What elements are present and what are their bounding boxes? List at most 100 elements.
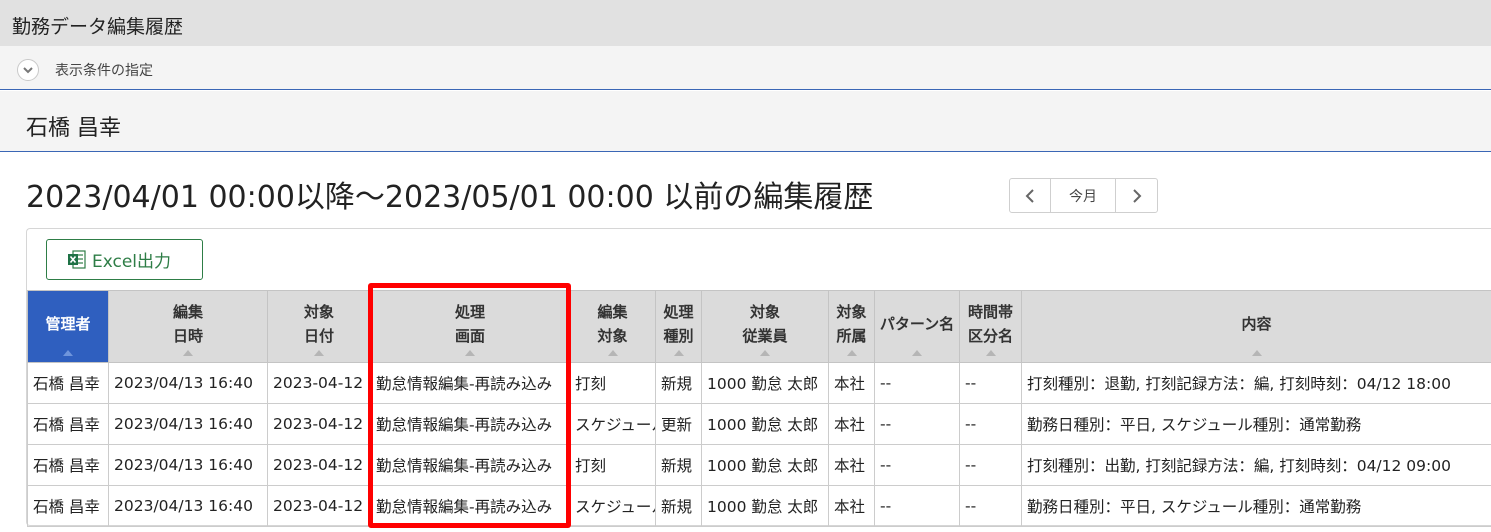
header-label: 管理者 (45, 314, 91, 333)
employee-bar: 石橋 昌幸 (0, 91, 1491, 152)
header-label-2: 種別 (663, 326, 694, 345)
cell-time-zone: -- (959, 485, 1022, 527)
sort-asc-icon (183, 350, 193, 356)
cell-pattern-name: -- (874, 444, 960, 486)
cell-target-dept: 本社 (828, 403, 875, 445)
cell-time-zone: -- (959, 362, 1022, 404)
column-header-admin[interactable]: 管理者 (27, 290, 109, 363)
history-range-heading: 2023/04/01 00:00以降～2023/05/01 00:00 以前の編… (26, 180, 874, 215)
column-header-target-date[interactable]: 対象 日付 (267, 290, 371, 363)
cell-target-dept: 本社 (828, 444, 875, 486)
cell-process-screen: 勤怠情報編集-再読み込み (370, 362, 570, 404)
cell-pattern-name: -- (874, 362, 960, 404)
header-label: 対象 (836, 302, 867, 321)
header-label: 時間帯 (967, 302, 1013, 321)
cell-target-dept: 本社 (828, 485, 875, 527)
current-month-button[interactable]: 今月 (1051, 179, 1116, 212)
column-header-pattern-name[interactable]: パターン名 (874, 290, 960, 363)
chevron-right-icon (1132, 188, 1141, 203)
cell-process-screen: 勤怠情報編集-再読み込み (370, 403, 570, 445)
header-label-2: 日時 (172, 326, 203, 345)
column-header-edit-target[interactable]: 編集 対象 (569, 290, 656, 363)
excel-icon (68, 250, 86, 269)
cell-edit-target: スケジュール (569, 485, 656, 527)
cell-target-employee: 1000 勤怠 太郎 (701, 403, 829, 445)
prev-month-button[interactable] (1010, 179, 1051, 212)
table-row[interactable]: 石橋 昌幸 2023/04/13 16:40 2023-04-12 勤怠情報編集… (27, 362, 1491, 404)
excel-export-button[interactable]: Excel出力 (46, 239, 203, 280)
title-bar: 勤務データ編集履歴 (0, 0, 1491, 46)
header-label: パターン名 (879, 314, 955, 333)
column-header-target-dept[interactable]: 対象 所属 (828, 290, 875, 363)
cell-target-date: 2023-04-12 (267, 403, 371, 445)
cell-admin: 石橋 昌幸 (27, 362, 109, 404)
column-header-target-employee[interactable]: 対象 従業員 (701, 290, 829, 363)
cell-time-zone: -- (959, 403, 1022, 445)
header-label: 編集 (597, 302, 628, 321)
sort-asc-icon (63, 350, 73, 356)
next-month-button[interactable] (1116, 179, 1157, 212)
cell-content: 勤務日種別：平日, スケジュール種別：通常勤務 (1021, 403, 1491, 445)
header-label-2: 画面 (454, 326, 485, 345)
cell-content: 打刻種別：出勤, 打刻記録方法：編, 打刻時刻：04/12 09:00 (1021, 444, 1491, 486)
cell-edit-target: スケジュール (569, 403, 656, 445)
employee-name: 石橋 昌幸 (26, 116, 121, 141)
edit-history-table: 管理者 編集 日時 対象 日付 処理 画面 編集 対象 処理 種別 対象 従業員 対象 所属 … (27, 290, 1491, 527)
chevron-down-icon[interactable] (17, 59, 39, 81)
cell-target-employee: 1000 勤怠 太郎 (701, 444, 829, 486)
cell-edit-target: 打刻 (569, 444, 656, 486)
cell-admin: 石橋 昌幸 (27, 444, 109, 486)
table-row[interactable]: 石橋 昌幸 2023/04/13 16:40 2023-04-12 勤怠情報編集… (27, 485, 1491, 527)
header-label-2: 所属 (836, 326, 867, 345)
excel-export-label[interactable]: Excel出力 (92, 247, 171, 272)
cell-time-zone: -- (959, 444, 1022, 486)
cell-target-date: 2023-04-12 (267, 444, 371, 486)
cell-target-employee: 1000 勤怠 太郎 (701, 485, 829, 527)
column-header-content[interactable]: 内容 (1021, 290, 1491, 363)
cell-process-type: 新規 (655, 362, 702, 404)
cell-process-screen: 勤怠情報編集-再読み込み (370, 485, 570, 527)
cell-content: 打刻種別：退勤, 打刻記録方法：編, 打刻時刻：04/12 18:00 (1021, 362, 1491, 404)
cell-edit-target: 打刻 (569, 362, 656, 404)
header-label: 対象 (749, 302, 780, 321)
header-label: 対象 (303, 302, 334, 321)
column-header-time-zone[interactable]: 時間帯 区分名 (959, 290, 1022, 363)
column-header-process-screen[interactable]: 処理 画面 (370, 290, 570, 363)
cell-process-screen: 勤怠情報編集-再読み込み (370, 444, 570, 486)
display-condition-label[interactable]: 表示条件の指定 (55, 60, 153, 80)
header-label-2: 従業員 (742, 326, 788, 345)
sort-asc-icon (760, 350, 770, 356)
sort-asc-icon (673, 350, 684, 356)
cell-target-dept: 本社 (828, 362, 875, 404)
cell-admin: 石橋 昌幸 (27, 485, 109, 527)
sort-asc-icon (846, 350, 857, 356)
table-header-row: 管理者 編集 日時 対象 日付 処理 画面 編集 対象 処理 種別 対象 従業員 対象 所属 … (27, 290, 1491, 363)
cell-admin: 石橋 昌幸 (27, 403, 109, 445)
header-label: 内容 (1241, 314, 1272, 333)
sort-asc-icon (465, 350, 475, 356)
column-header-edit-datetime[interactable]: 編集 日時 (108, 290, 268, 363)
sort-asc-icon (985, 350, 996, 356)
header-label-2: 区分名 (967, 326, 1013, 345)
display-condition-bar[interactable]: 表示条件の指定 (0, 46, 1491, 90)
sort-asc-icon (912, 350, 922, 356)
sort-asc-icon (314, 350, 324, 356)
header-label: 編集 (172, 302, 203, 321)
sort-asc-icon (607, 350, 618, 356)
cell-process-type: 新規 (655, 485, 702, 527)
cell-pattern-name: -- (874, 403, 960, 445)
header-label: 処理 (663, 302, 694, 321)
cell-target-date: 2023-04-12 (267, 485, 371, 527)
page-title: 勤務データ編集履歴 (12, 16, 184, 38)
header-label: 処理 (454, 302, 485, 321)
cell-edit-datetime: 2023/04/13 16:40 (108, 403, 268, 445)
cell-edit-datetime: 2023/04/13 16:40 (108, 444, 268, 486)
cell-target-employee: 1000 勤怠 太郎 (701, 362, 829, 404)
cell-target-date: 2023-04-12 (267, 362, 371, 404)
column-header-process-type[interactable]: 処理 種別 (655, 290, 702, 363)
cell-pattern-name: -- (874, 485, 960, 527)
table-row[interactable]: 石橋 昌幸 2023/04/13 16:40 2023-04-12 勤怠情報編集… (27, 403, 1491, 445)
cell-edit-datetime: 2023/04/13 16:40 (108, 485, 268, 527)
table-row[interactable]: 石橋 昌幸 2023/04/13 16:40 2023-04-12 勤怠情報編集… (27, 444, 1491, 486)
sort-asc-icon (1251, 350, 1262, 356)
